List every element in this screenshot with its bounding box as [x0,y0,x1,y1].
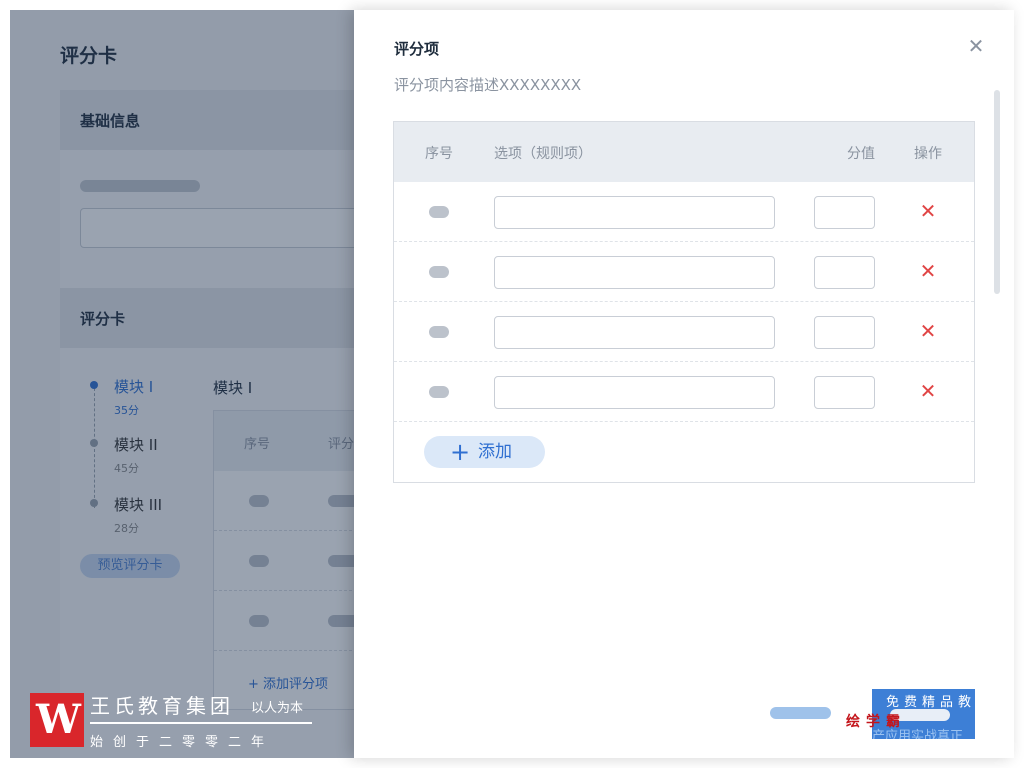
table-header: 序号 选项（规则项） 分值 操作 [394,122,974,182]
table-row: ✕ [394,182,974,242]
row-index-placeholder [429,386,449,398]
watermark-overlay-text: 绘学霸 [846,714,906,730]
score-item-drawer: 评分项 ✕ 评分项内容描述XXXXXXXX 序号 选项（规则项） 分值 操作 ✕… [354,10,1014,758]
option-input[interactable] [494,316,775,349]
plus-icon: + [450,438,471,466]
delete-x-icon[interactable]: ✕ [917,320,939,342]
brand-name: 王氏教育集团 [90,694,234,718]
drawer-scrollbar[interactable] [994,90,1000,294]
row-index-placeholder [429,326,449,338]
option-input[interactable] [494,256,775,289]
drawer-title: 评分项 [394,40,440,58]
drawer-description: 评分项内容描述XXXXXXXX [394,76,582,94]
brand-subtitle: 始创于二零零二年 [90,735,275,750]
brand-motto: 以人为本 [251,701,304,716]
option-input[interactable] [494,196,775,229]
table-row: ✕ [394,362,974,422]
brand-divider [90,722,312,724]
header-index: 序号 [425,146,453,162]
score-options-table: 序号 选项（规则项） 分值 操作 ✕ ✕ ✕ ✕ + 添加 [393,121,975,483]
header-score: 分值 [847,146,875,162]
row-index-placeholder [429,266,449,278]
watermark-top-text: 免费精品教 [886,695,975,710]
add-option-button[interactable]: + 添加 [424,436,545,468]
row-index-placeholder [429,206,449,218]
option-input[interactable] [494,376,775,409]
header-option: 选项（规则项） [494,146,592,162]
header-action: 操作 [914,146,942,162]
delete-x-icon[interactable]: ✕ [917,260,939,282]
delete-x-icon[interactable]: ✕ [917,200,939,222]
score-input[interactable] [814,316,875,349]
add-option-label: 添加 [478,442,512,462]
score-input[interactable] [814,256,875,289]
cancel-button[interactable] [770,707,831,719]
score-input[interactable] [814,376,875,409]
brand-logo-letter: W [36,696,81,743]
brand-logo: W [30,693,84,747]
table-row: ✕ [394,242,974,302]
close-icon[interactable]: ✕ [966,36,986,56]
delete-x-icon[interactable]: ✕ [917,380,939,402]
score-input[interactable] [814,196,875,229]
table-row: ✕ [394,302,974,362]
